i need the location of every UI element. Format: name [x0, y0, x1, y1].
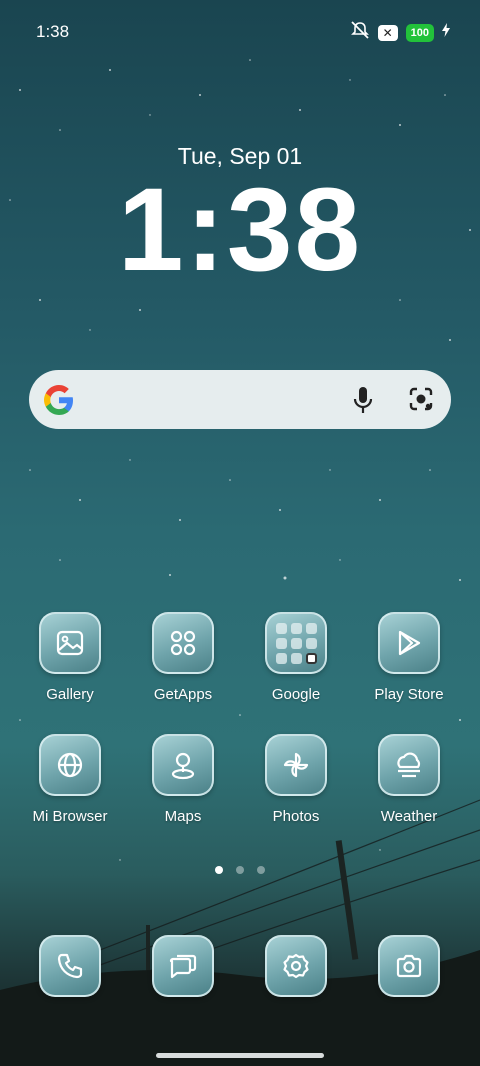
app-label: Photos: [272, 808, 320, 825]
weather-icon: [378, 734, 440, 796]
app-getapps[interactable]: GetApps: [133, 612, 233, 703]
battery-icon: 100: [405, 23, 434, 42]
app-play-store[interactable]: Play Store: [359, 612, 459, 703]
gallery-icon: [39, 612, 101, 674]
dock-phone[interactable]: [20, 935, 120, 997]
app-label: Mi Browser: [32, 808, 108, 825]
app-photos[interactable]: Photos: [246, 734, 346, 825]
page-dot[interactable]: [257, 866, 265, 874]
dock-camera[interactable]: [359, 935, 459, 997]
clock-time[interactable]: 1:38: [0, 165, 480, 295]
app-mi-browser[interactable]: Mi Browser: [20, 734, 120, 825]
app-label: GetApps: [153, 686, 213, 703]
status-time: 1:38: [36, 22, 70, 41]
settings-icon: [265, 935, 327, 997]
dock-settings[interactable]: [246, 935, 346, 997]
lens-camera-icon[interactable]: [407, 385, 435, 418]
globe-icon: [39, 734, 101, 796]
app-label: Weather: [380, 808, 438, 825]
google-g-icon: [42, 383, 76, 422]
app-label: Gallery: [46, 686, 94, 703]
google-search-bar[interactable]: [29, 370, 451, 429]
app-label: Maps: [164, 808, 202, 825]
page-indicator: [0, 866, 480, 874]
status-bar: 1:38 ✕ 100: [0, 0, 480, 62]
play-store-icon: [378, 612, 440, 674]
map-pin-icon: [152, 734, 214, 796]
page-dot-active[interactable]: [215, 866, 223, 874]
app-label: Play Store: [374, 686, 444, 703]
app-maps[interactable]: Maps: [133, 734, 233, 825]
gesture-nav-bar[interactable]: [156, 1053, 324, 1058]
phone-icon: [39, 935, 101, 997]
microphone-icon[interactable]: [351, 385, 375, 420]
folder-icon: [265, 612, 327, 674]
app-weather[interactable]: Weather: [359, 734, 459, 825]
messages-icon: [152, 935, 214, 997]
app-google-folder[interactable]: Google: [246, 612, 346, 703]
getapps-icon: [152, 612, 214, 674]
x-notification-icon: ✕: [377, 24, 398, 41]
page-dot[interactable]: [236, 866, 244, 874]
dock-messages[interactable]: [133, 935, 233, 997]
pinwheel-icon: [265, 734, 327, 796]
status-icons: ✕ 100: [350, 21, 450, 44]
charging-icon: [442, 23, 450, 42]
camera-icon: [378, 935, 440, 997]
app-label: Google: [271, 686, 321, 703]
mute-icon: [350, 21, 370, 44]
app-gallery[interactable]: Gallery: [20, 612, 120, 703]
